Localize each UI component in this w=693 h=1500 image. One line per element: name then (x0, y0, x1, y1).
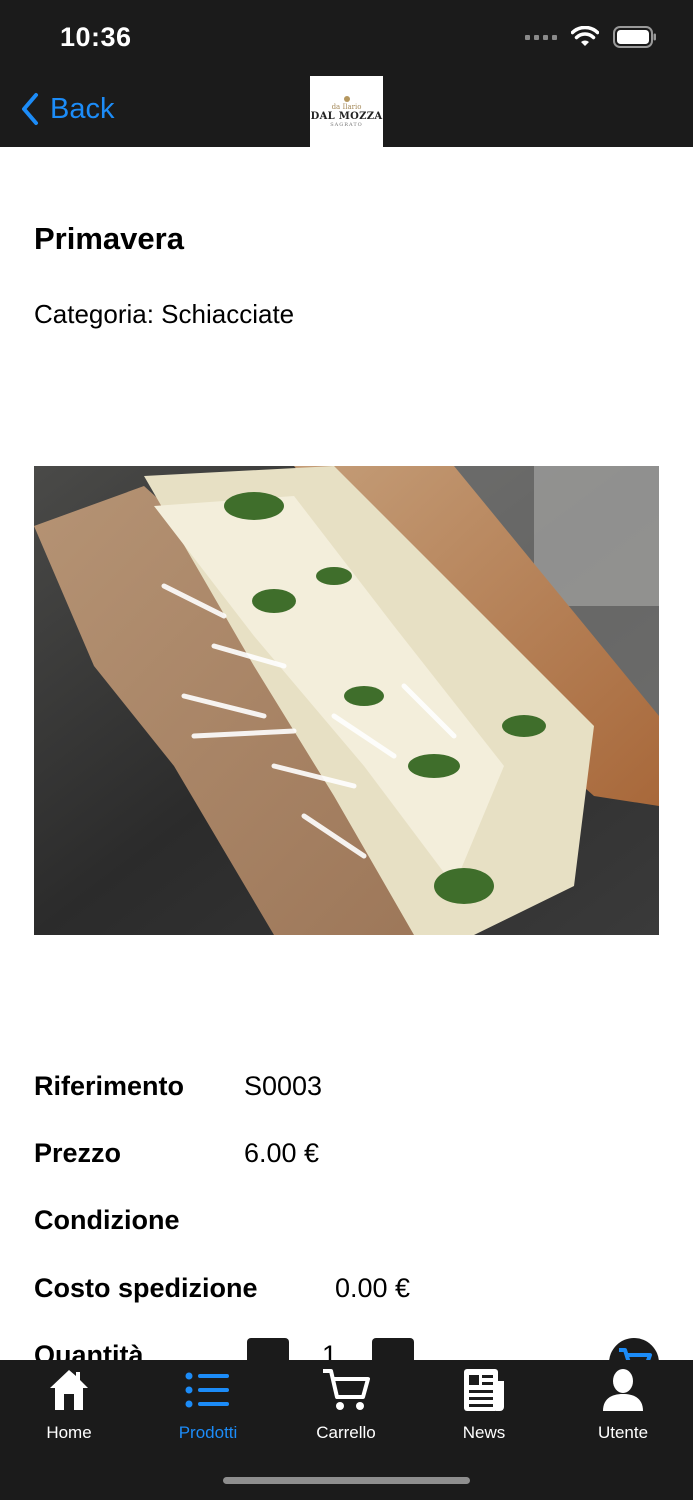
cart-icon (323, 1369, 370, 1410)
tab-cart-label: Carrello (316, 1423, 376, 1442)
product-image (34, 466, 659, 935)
status-icons (525, 26, 657, 48)
tab-user[interactable]: Utente (554, 1366, 692, 1446)
quantity-decrease-button[interactable] (247, 1338, 289, 1360)
tab-bar: Home Prodotti Carrello News Utente (0, 1360, 693, 1500)
brand-logo: da Ilario DAL MOZZA SAGRATO (310, 76, 383, 147)
home-icon (50, 1370, 88, 1410)
tab-cart[interactable]: Carrello (277, 1366, 415, 1446)
home-indicator (223, 1477, 470, 1484)
user-icon (603, 1369, 643, 1411)
reference-value: S0003 (244, 1071, 323, 1101)
navigation-bar: Back da Ilario DAL MOZZA SAGRATO (0, 76, 693, 147)
cart-icon (619, 1348, 652, 1360)
list-icon (185, 1372, 229, 1408)
product-title: Primavera (34, 221, 184, 256)
tab-home[interactable]: Home (0, 1366, 138, 1446)
tab-products-label: Prodotti (178, 1423, 238, 1442)
status-time: 10:36 (60, 22, 132, 52)
shipping-value: 0.00 € (335, 1273, 411, 1303)
back-button[interactable]: Back (20, 92, 114, 126)
quantity-increase-button[interactable] (372, 1338, 414, 1360)
tab-news-label: News (462, 1423, 506, 1442)
tab-news[interactable]: News (415, 1366, 553, 1446)
reference-label: Riferimento (34, 1071, 185, 1101)
logo-sub-text: SAGRATO (330, 121, 363, 128)
product-detail[interactable]: Primavera Categoria: Schiacciate Riferim… (0, 147, 693, 1360)
add-to-cart-button[interactable] (609, 1338, 659, 1360)
tab-home-label: Home (46, 1423, 92, 1442)
quantity-label: Quantità (34, 1340, 144, 1360)
battery-icon (613, 26, 656, 48)
logo-main-text: DAL MOZZA (310, 110, 383, 122)
status-bar: 10:36 (0, 0, 693, 76)
logo-emblem-icon (343, 95, 350, 102)
cellular-signal-icon (525, 34, 557, 40)
back-label: Back (50, 92, 115, 125)
wifi-icon (571, 26, 599, 46)
shipping-label: Costo spedizione (34, 1273, 258, 1303)
chevron-left-icon (22, 93, 38, 125)
quantity-value: 1 (322, 1340, 338, 1360)
price-value: 6.00 € (244, 1138, 320, 1168)
newspaper-icon (464, 1369, 504, 1411)
tab-user-label: Utente (597, 1423, 649, 1442)
condition-label: Condizione (34, 1205, 180, 1235)
product-category: Categoria: Schiacciate (34, 299, 295, 329)
price-label: Prezzo (34, 1138, 122, 1168)
tab-products[interactable]: Prodotti (139, 1366, 277, 1446)
sandwich-photo (34, 466, 659, 935)
logo-top-text: da Ilario (331, 102, 362, 111)
